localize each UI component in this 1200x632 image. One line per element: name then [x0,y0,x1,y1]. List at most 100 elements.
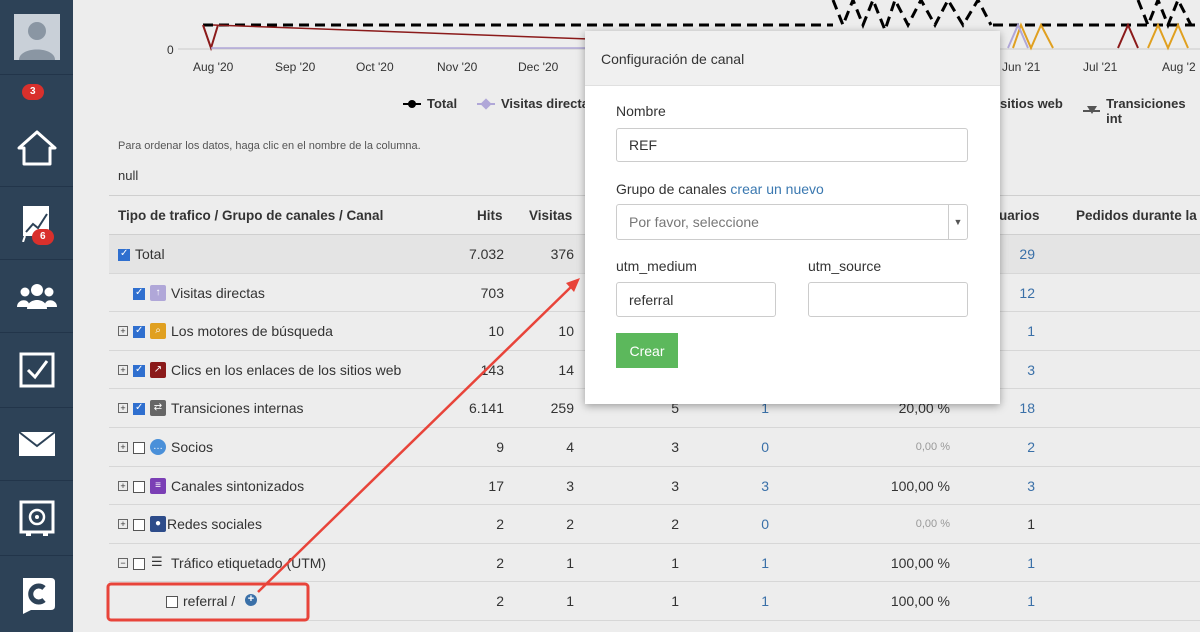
legend-label: sitios web [1000,96,1063,111]
name-label: Nombre [616,103,666,119]
col-header-hits[interactable]: Hits [477,208,503,223]
legend-item-total[interactable]: Total [403,96,457,111]
row-name: Visitas directas [171,284,265,301]
utm-source-input[interactable] [808,282,968,317]
cell-hits: 703 [480,284,504,301]
table-row: + ≡ Canales sintonizados 17 3 3 3 100,00… [109,467,1200,506]
legend-item-transiciones[interactable]: Transiciones int [1083,96,1200,126]
row-checkbox[interactable] [133,480,145,493]
cell-users: 1 [1027,516,1035,533]
home-icon [17,130,56,166]
cell-pct: 0,00 % [915,440,950,453]
expand-icon[interactable]: + [118,519,128,530]
create-new-link[interactable]: crear un nuevo [730,181,823,197]
expand-icon[interactable]: + [118,364,128,375]
row-name: Tráfico etiquetado (UTM) [171,554,327,571]
logo-icon [22,578,55,614]
add-channel-icon[interactable]: + [245,594,257,607]
x-tick: Aug '2 [1162,60,1196,74]
chevron-down-icon: ▼ [948,205,967,239]
group-select[interactable]: Por favor, seleccione ▼ [616,204,968,240]
cell-c3: 1 [671,593,679,610]
row-checkbox[interactable] [133,519,145,532]
cell-c4[interactable]: 0 [709,439,769,455]
col-header-users[interactable]: uarios [999,208,1040,223]
reports-badge: 6 [32,229,54,245]
col-header-visits[interactable]: Visitas [529,208,572,223]
x-tick: Jul '21 [1083,60,1118,74]
utm-medium-label: utm_medium [616,258,697,274]
cell-users[interactable]: 1 [975,593,1035,609]
cell-c4[interactable]: 1 [709,593,769,609]
row-checkbox[interactable] [133,557,145,570]
cell-pct: 0,00 % [915,518,950,531]
legend-marker [477,97,495,110]
list-icon: ☰ [151,553,163,569]
row-checkbox[interactable] [133,325,145,339]
row-checkbox[interactable] [133,441,145,454]
y-tick-zero: 0 [167,43,174,57]
legend-label: Transiciones int [1106,96,1186,126]
sidebar-item-settings[interactable] [0,481,73,556]
sidebar-item-home[interactable] [0,110,73,187]
x-tick: Jun '21 [1002,60,1041,74]
mail-icon [17,431,56,456]
expand-icon[interactable]: + [118,480,128,491]
table-row: + ● Redes sociales 2 2 2 0 0,00 % 1 [109,505,1200,544]
x-tick: Oct '20 [356,60,394,74]
row-name: Clics en los enlaces de los sitios web [171,361,402,378]
row-checkbox[interactable] [166,596,178,609]
table-row: referral / + 2 1 1 1 100,00 % 1 [109,582,1200,621]
cell-c3: 1 [671,554,679,571]
expand-icon[interactable]: + [118,326,128,337]
col-header-orders[interactable]: Pedidos durante la [1076,208,1197,223]
transfer-icon: ⇄ [150,400,166,417]
legend-label: Total [427,96,458,111]
sidebar-avatar[interactable] [0,0,73,75]
sidebar-item-tasks[interactable] [0,333,73,408]
row-checkbox[interactable] [133,287,145,300]
x-tick: Sep '20 [275,60,316,74]
sidebar-item-reports[interactable]: 6 [0,187,73,260]
cell-hits: 2 [496,554,504,571]
sidebar-item-mail[interactable] [0,408,73,481]
sidebar-item-users[interactable] [0,260,73,333]
collapse-icon[interactable]: − [118,557,128,568]
table-row: − ☰ Tráfico etiquetado (UTM) 2 1 1 1 100… [109,544,1200,583]
legend-item-visitas[interactable]: Visitas directa [477,96,589,111]
row-checkbox[interactable] [133,402,145,416]
legend-item-sitios[interactable]: sitios web [1000,96,1063,111]
cell-users[interactable]: 1 [975,555,1035,571]
cell-users[interactable]: 2 [975,439,1035,455]
cell-visits: 1 [566,554,574,571]
row-name: Canales sintonizados [171,477,305,494]
sidebar-logo[interactable] [0,556,73,632]
checkbox-icon [19,352,54,388]
cell-visits: 259 [550,400,574,417]
chat-icon: … [150,438,166,455]
table-row: + … Socios 9 4 3 0 0,00 % 2 [109,428,1200,467]
utm-source-label: utm_source [808,258,882,274]
expand-icon[interactable]: + [118,441,128,452]
create-button[interactable]: Crear [616,333,678,368]
row-checkbox[interactable] [133,364,145,377]
cell-visits: 3 [566,477,574,494]
col-header-type[interactable]: Tipo de trafico / Grupo de canales / Can… [118,208,383,223]
cell-hits: 2 [496,516,504,533]
cell-hits: 143 [480,361,504,378]
utm-medium-input[interactable] [616,282,776,317]
cell-visits: 376 [550,246,574,262]
x-tick: Aug '20 [193,60,234,74]
group-label-text: Grupo de canales [616,181,727,197]
row-name: Redes sociales [167,516,262,533]
row-checkbox[interactable] [118,248,130,261]
expand-icon[interactable]: + [118,403,128,414]
cell-c4[interactable]: 1 [709,555,769,571]
cell-c4[interactable]: 0 [709,516,769,532]
notification-badge[interactable]: 3 [22,84,44,100]
search-icon: ⌕ [150,323,166,340]
modal-title: Configuración de canal [585,31,1000,86]
name-input[interactable] [616,128,968,162]
cell-users[interactable]: 3 [975,478,1035,494]
cell-c4[interactable]: 3 [709,478,769,494]
